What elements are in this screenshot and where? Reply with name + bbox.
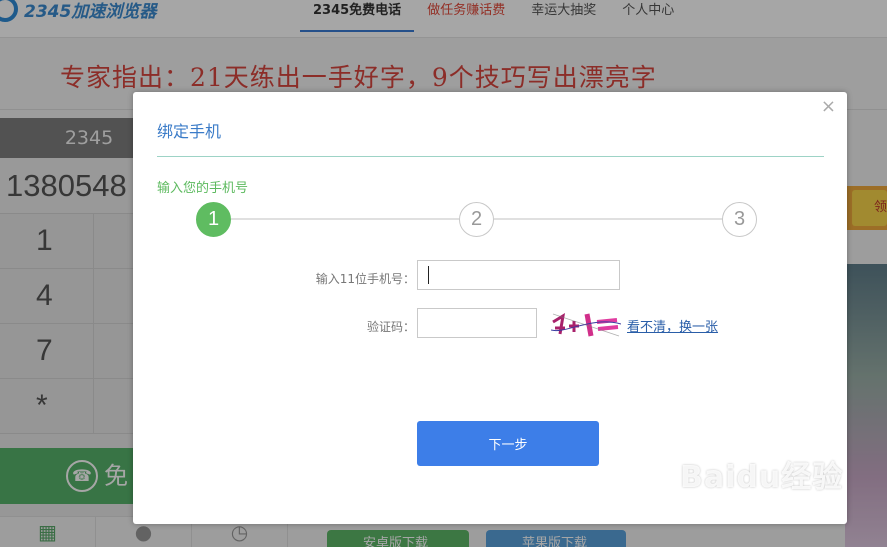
text-cursor — [428, 266, 429, 284]
next-step-button[interactable]: 下一步 — [417, 421, 599, 466]
step-connector — [231, 218, 459, 220]
step-1-indicator: 1 — [196, 202, 231, 237]
step-2-indicator: 2 — [459, 202, 494, 237]
baidu-watermark: Baidu经验 jingyan.baidu.com — [680, 452, 843, 507]
captcha-input[interactable] — [417, 308, 537, 338]
watermark-logo: Baidu经验 — [680, 460, 844, 495]
step-3-indicator: 3 — [722, 202, 757, 237]
captcha-image[interactable] — [551, 308, 621, 340]
progress-steps: 1 2 3 — [133, 92, 847, 242]
phone-input[interactable] — [417, 260, 620, 290]
captcha-label: 验证码： — [366, 320, 415, 334]
refresh-captcha-link[interactable]: 看不清，换一张 — [627, 316, 718, 335]
phone-label: 输入11位手机号： — [315, 272, 415, 286]
step-connector — [494, 218, 723, 220]
